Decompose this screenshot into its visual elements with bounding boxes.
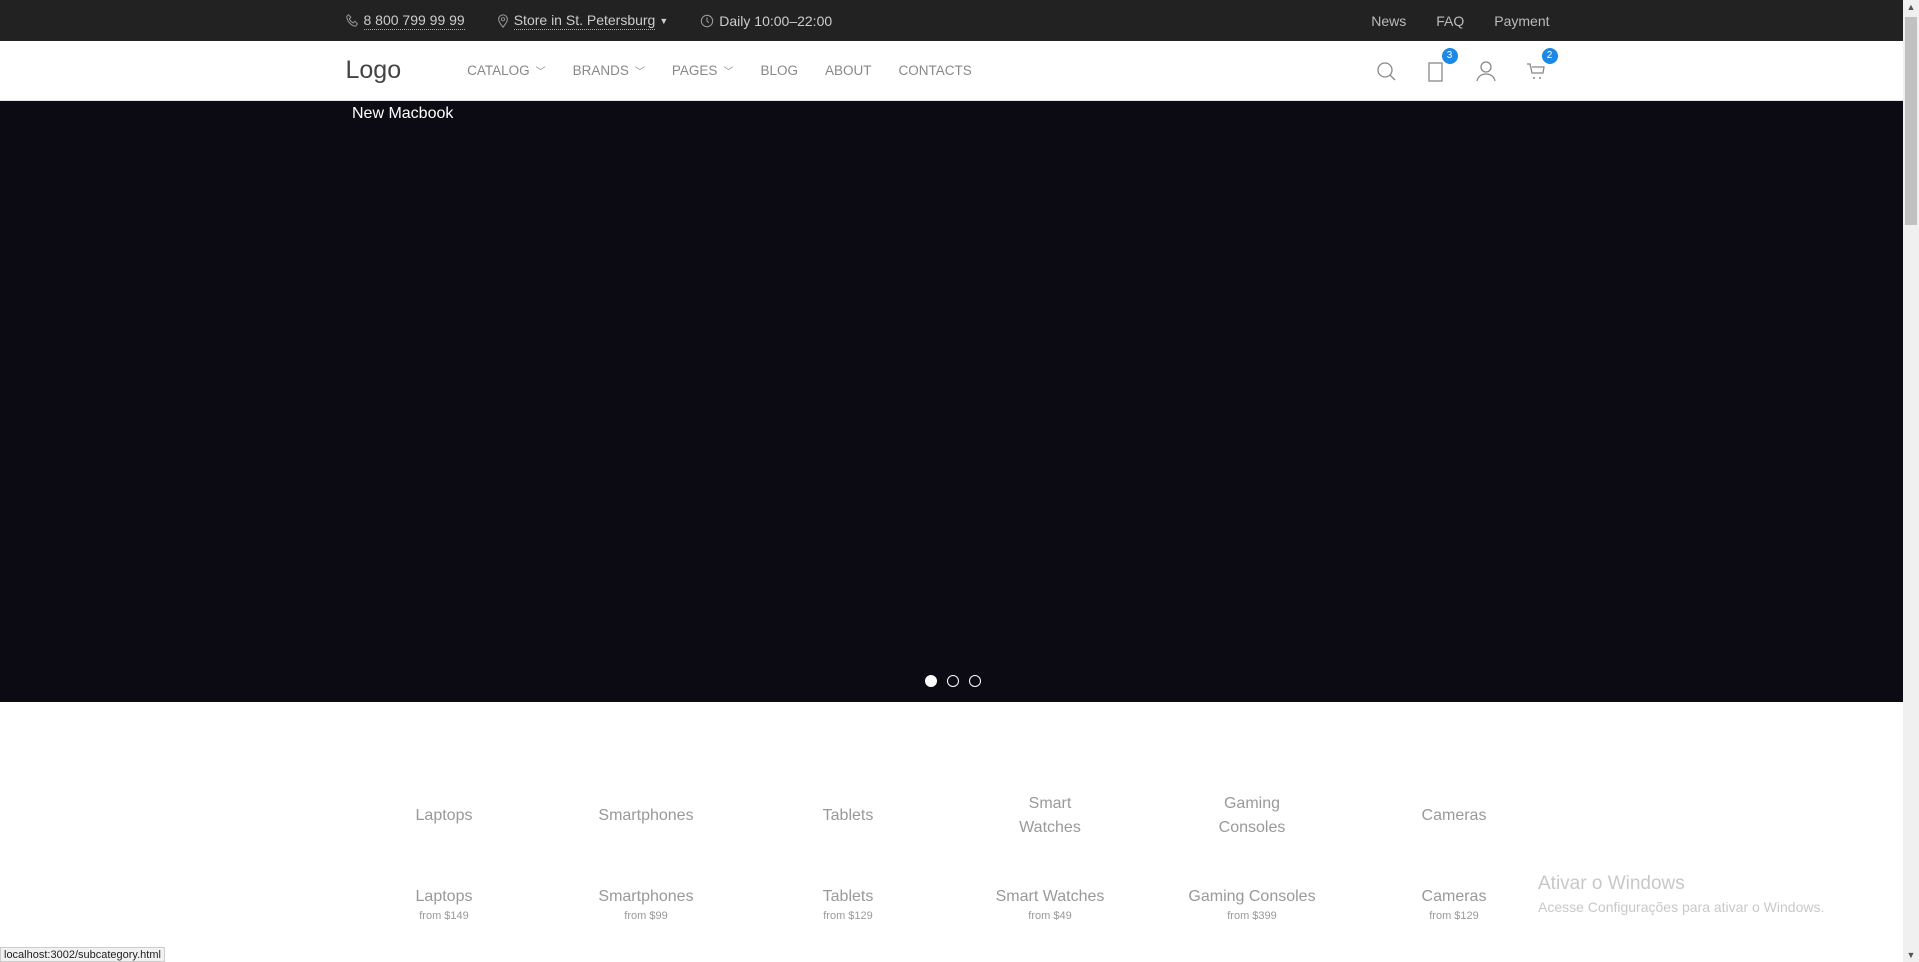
chevron-down-icon: ﹀ — [535, 67, 546, 78]
location-pin-icon — [497, 13, 508, 28]
card-price: from $149 — [419, 910, 469, 922]
compare-badge: 3 — [1441, 47, 1458, 64]
category-link[interactable]: Tablets — [747, 792, 949, 840]
cart-button[interactable]: 2 — [1524, 47, 1558, 83]
store-selector[interactable]: Store in St. Petersburg ▼ — [497, 11, 669, 30]
logo[interactable]: Logo — [346, 56, 402, 85]
category-link[interactable]: Smartphones — [545, 792, 747, 840]
watermark-subtitle: Acesse Configurações para ativar o Windo… — [1538, 899, 1825, 915]
card-name: Laptops — [415, 888, 473, 905]
search-icon — [1376, 61, 1395, 80]
menu-label: BRANDS — [572, 63, 629, 78]
category-card[interactable]: Smart Watches from $49 — [949, 885, 1151, 923]
menu-label: PAGES — [671, 63, 718, 78]
watermark-title: Ativar o Windows — [1538, 873, 1685, 894]
card-price: from $129 — [1429, 910, 1479, 922]
caret-down-icon: ▼ — [659, 15, 669, 26]
category-label: Gaming Consoles — [1218, 795, 1286, 836]
card-price: from $49 — [1028, 910, 1072, 922]
card-name: Smart Watches — [995, 888, 1105, 905]
menu-blog[interactable]: BLOG — [760, 63, 798, 78]
compare-icon — [1427, 61, 1443, 82]
news-link[interactable]: News — [1371, 13, 1406, 29]
user-icon — [1475, 60, 1496, 81]
cart-badge: 2 — [1541, 47, 1558, 64]
menu-label: CATALOG — [467, 63, 530, 78]
phone-link[interactable]: 8 800 799 99 99 — [345, 11, 465, 30]
category-link[interactable]: Gaming Consoles — [1151, 792, 1353, 840]
search-button[interactable] — [1374, 59, 1398, 83]
slider-dot[interactable] — [925, 675, 937, 687]
card-name: Gaming Consoles — [1188, 888, 1316, 905]
top-bar: 8 800 799 99 99 Store in St. Petersburg … — [0, 0, 1903, 41]
faq-link[interactable]: FAQ — [1436, 13, 1464, 29]
hours: Daily 10:00–22:00 — [700, 13, 832, 29]
scroll-up-icon[interactable]: ▲ — [1903, 2, 1919, 12]
category-card[interactable]: Smartphones from $99 — [545, 885, 747, 923]
scroll-down-icon[interactable]: ▼ — [1903, 950, 1919, 960]
card-price: from $399 — [1227, 910, 1277, 922]
category-label: Tablets — [822, 807, 874, 824]
category-label: Cameras — [1421, 807, 1487, 824]
scrollbar-thumb[interactable] — [1905, 17, 1917, 225]
hero-title: New Macbook — [352, 105, 454, 122]
menu-contacts[interactable]: CONTACTS — [898, 63, 971, 78]
category-label: Laptops — [415, 807, 473, 824]
scrollbar[interactable]: ▲ ▼ — [1903, 0, 1919, 962]
menu-brands[interactable]: BRANDS ﹀ — [573, 63, 645, 78]
category-card[interactable]: Gaming Consoles from $399 — [1151, 885, 1353, 923]
hero-slider[interactable]: New Macbook — [0, 101, 1903, 702]
category-card[interactable]: Laptops from $149 — [343, 885, 545, 923]
category-link[interactable]: Laptops — [343, 792, 545, 840]
card-price: from $99 — [624, 910, 668, 922]
category-label: Smartphones — [598, 807, 694, 824]
slider-dots — [925, 675, 981, 687]
chevron-down-icon: ﹀ — [634, 67, 645, 78]
menu-about[interactable]: ABOUT — [825, 63, 872, 78]
store-label: Store in St. Petersburg — [513, 11, 656, 30]
phone-icon — [345, 14, 358, 27]
slider-dot[interactable] — [969, 675, 981, 687]
category-label: Smart Watches — [1019, 795, 1081, 836]
menu-catalog[interactable]: CATALOG ﹀ — [467, 63, 546, 78]
status-bar-url: localhost:3002/subcategory.html — [0, 947, 165, 962]
menu-pages[interactable]: PAGES ﹀ — [672, 63, 734, 78]
category-link[interactable]: Cameras — [1353, 792, 1555, 840]
category-card[interactable]: Tablets from $129 — [747, 885, 949, 923]
windows-activation-watermark: Ativar o Windows Acesse Configurações pa… — [1538, 873, 1824, 915]
cart-icon — [1526, 62, 1545, 79]
hours-text: Daily 10:00–22:00 — [719, 12, 833, 29]
card-name: Smartphones — [598, 888, 694, 905]
category-links: Laptops Smartphones Tablets Smart Watche… — [343, 792, 1555, 840]
category-link[interactable]: Smart Watches — [949, 792, 1151, 840]
compare-button[interactable]: 3 — [1424, 47, 1458, 83]
chevron-down-icon: ﹀ — [723, 67, 734, 78]
category-card[interactable]: Cameras from $129 — [1353, 885, 1555, 923]
card-name: Tablets — [822, 888, 874, 905]
slider-dot[interactable] — [947, 675, 959, 687]
card-name: Cameras — [1421, 888, 1487, 905]
phone-number: 8 800 799 99 99 — [363, 11, 465, 30]
payment-link[interactable]: Payment — [1494, 13, 1549, 29]
card-price: from $129 — [823, 910, 873, 922]
clock-icon — [701, 14, 714, 27]
main-nav: Logo CATALOG ﹀ BRANDS ﹀ PAGES ﹀ BLOG ABOUT … — [0, 41, 1903, 101]
category-cards: Laptops from $149 Smartphones from $99 Tab… — [343, 885, 1555, 923]
account-button[interactable] — [1474, 59, 1498, 83]
